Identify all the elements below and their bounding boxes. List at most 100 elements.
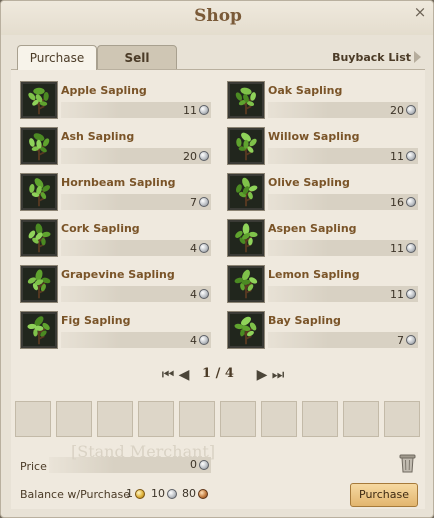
silver-coin-icon [167, 489, 177, 499]
balance-silver: 10 [151, 487, 177, 501]
tab-purchase[interactable]: Purchase [17, 45, 97, 70]
pagination: ⏮ ◀ 1 / 4 ▶ ⏭ [11, 365, 425, 385]
sapling-icon [228, 128, 264, 164]
balance-copper-value: 80 [182, 487, 196, 500]
item-name: Fig Sapling [61, 314, 131, 327]
item-name: Hornbeam Sapling [61, 176, 176, 189]
shop-item[interactable]: Fig Sapling 4 [21, 312, 217, 352]
shop-item[interactable]: Lemon Sapling 11 [228, 266, 424, 306]
item-name: Aspen Sapling [268, 222, 357, 235]
item-name: Ash Sapling [61, 130, 135, 143]
sapling-icon [21, 174, 57, 210]
sapling-icon [21, 82, 57, 118]
balance-label: Balance w/Purchase [20, 488, 131, 501]
cart-slot[interactable] [138, 401, 174, 437]
cart-slot[interactable] [97, 401, 133, 437]
item-name: Apple Sapling [61, 84, 147, 97]
price-label: Price [20, 460, 47, 473]
cart-slot[interactable] [220, 401, 256, 437]
item-price: 4 [190, 334, 197, 347]
shop-panel: Apple Sapling 11 Oak Sapling 20 Ash Sapl… [11, 69, 425, 509]
item-price: 4 [190, 288, 197, 301]
item-price: 20 [183, 150, 197, 163]
sapling-icon [228, 220, 264, 256]
item-name: Lemon Sapling [268, 268, 360, 281]
sapling-icon [228, 174, 264, 210]
shop-item[interactable]: Oak Sapling 20 [228, 82, 424, 122]
item-price: 11 [390, 288, 404, 301]
close-icon[interactable]: × [411, 3, 429, 21]
cart-slot[interactable] [343, 401, 379, 437]
sapling-icon [21, 220, 57, 256]
shop-item[interactable]: Willow Sapling 11 [228, 128, 424, 168]
shop-item[interactable]: Ash Sapling 20 [21, 128, 217, 168]
silver-coin-icon [199, 243, 209, 253]
buyback-list-link[interactable]: Buyback List [332, 51, 421, 64]
sapling-icon [228, 82, 264, 118]
item-price-bar: 4 [61, 286, 211, 302]
item-price: 7 [397, 334, 404, 347]
item-price-bar: 4 [61, 332, 211, 348]
silver-coin-icon [406, 151, 416, 161]
cart-slot[interactable] [261, 401, 297, 437]
item-name: Cork Sapling [61, 222, 140, 235]
cart-slot[interactable] [384, 401, 420, 437]
sapling-icon [228, 266, 264, 302]
page-indicator: 1 / 4 [202, 366, 234, 381]
item-price: 11 [390, 242, 404, 255]
cart-slot[interactable] [179, 401, 215, 437]
shop-item[interactable]: Aspen Sapling 11 [228, 220, 424, 260]
purchase-button[interactable]: Purchase [350, 483, 418, 507]
item-name: Willow Sapling [268, 130, 360, 143]
shop-item[interactable]: Bay Sapling 7 [228, 312, 424, 352]
item-name: Bay Sapling [268, 314, 341, 327]
copper-coin-icon [198, 489, 208, 499]
shop-item[interactable]: Apple Sapling 11 [21, 82, 217, 122]
silver-coin-icon [406, 335, 416, 345]
item-price-bar: 11 [268, 148, 418, 164]
tab-sell[interactable]: Sell [97, 45, 177, 70]
item-price: 7 [190, 196, 197, 209]
cart-slot[interactable] [56, 401, 92, 437]
item-price-bar: 4 [61, 240, 211, 256]
balance-value: 1 10 80 [126, 487, 222, 501]
item-price-bar: 11 [268, 240, 418, 256]
shop-item[interactable]: Cork Sapling 4 [21, 220, 217, 260]
balance-gold-value: 1 [126, 487, 133, 500]
item-price-bar: 20 [268, 102, 418, 118]
title-bar[interactable]: Shop × [1, 1, 433, 35]
price-value: 0 [190, 458, 197, 471]
shop-item[interactable]: Hornbeam Sapling 7 [21, 174, 217, 214]
shop-item[interactable]: Grapevine Sapling 4 [21, 266, 217, 306]
silver-coin-icon [406, 243, 416, 253]
buyback-label: Buyback List [332, 51, 411, 64]
gold-coin-icon [135, 489, 145, 499]
silver-coin-icon [199, 460, 209, 470]
item-price: 20 [390, 104, 404, 117]
trash-icon[interactable] [399, 453, 416, 473]
shop-item[interactable]: Olive Sapling 16 [228, 174, 424, 214]
sapling-icon [21, 128, 57, 164]
item-name: Grapevine Sapling [61, 268, 175, 281]
silver-coin-icon [406, 105, 416, 115]
last-page-icon[interactable]: ⏭ [267, 367, 289, 383]
arrow-right-icon [414, 51, 421, 63]
cart-slot[interactable] [15, 401, 51, 437]
item-price-bar: 20 [61, 148, 211, 164]
window-title: Shop [194, 6, 242, 26]
silver-coin-icon [406, 197, 416, 207]
price-total-bar: 0 [49, 457, 211, 473]
silver-coin-icon [199, 335, 209, 345]
balance-silver-value: 10 [151, 487, 165, 500]
balance-gold: 1 [126, 487, 145, 501]
cart-slot[interactable] [302, 401, 338, 437]
silver-coin-icon [199, 197, 209, 207]
item-price: 4 [190, 242, 197, 255]
item-price-bar: 7 [61, 194, 211, 210]
item-price-bar: 7 [268, 332, 418, 348]
sapling-icon [228, 312, 264, 348]
item-price-bar: 11 [268, 286, 418, 302]
sapling-icon [21, 312, 57, 348]
item-price: 11 [183, 104, 197, 117]
sapling-icon [21, 266, 57, 302]
